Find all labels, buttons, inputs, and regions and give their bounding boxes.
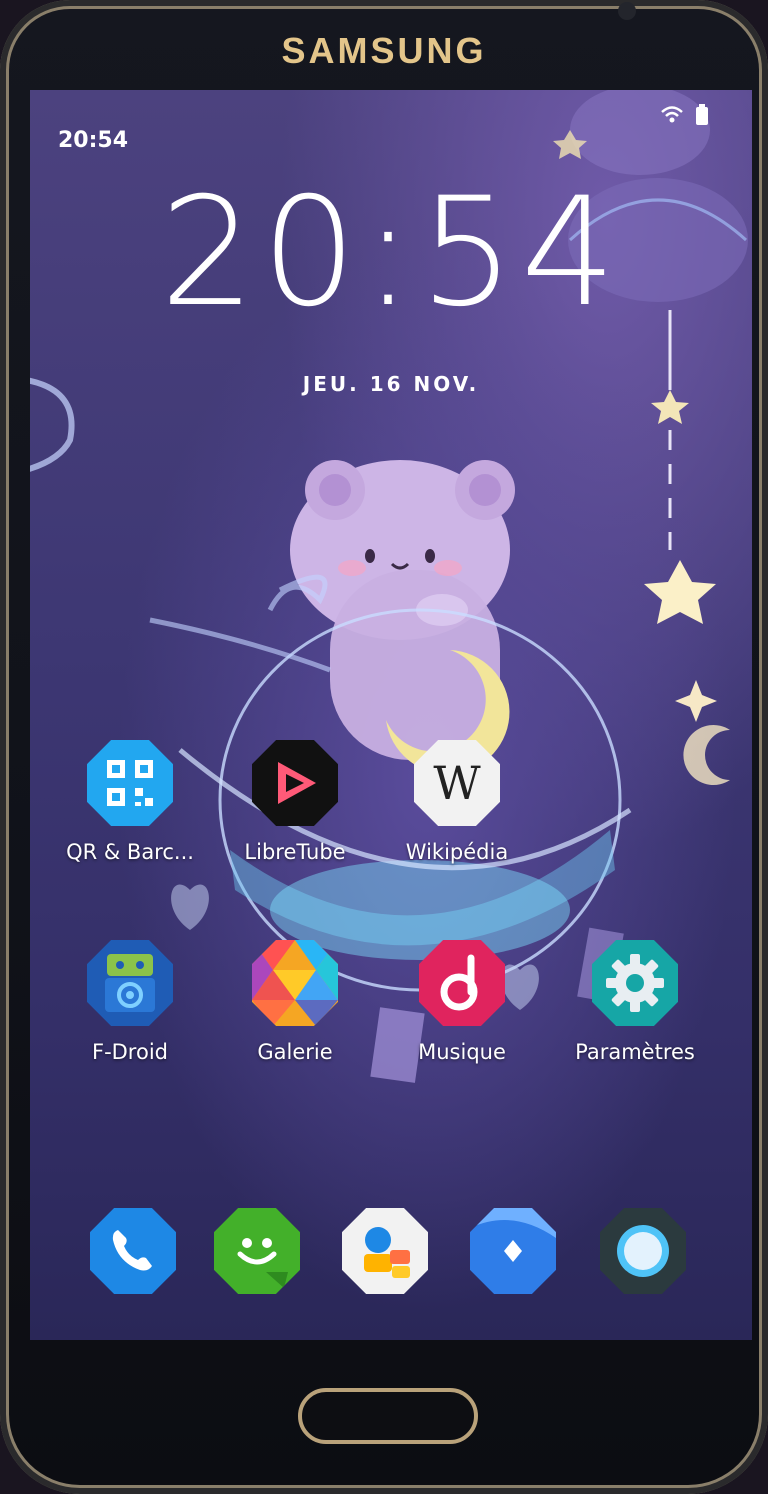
- gallery-mosaic-icon: [252, 940, 338, 1026]
- wikipedia-w-icon: W: [414, 740, 500, 826]
- app-libretube[interactable]: LibreTube: [220, 740, 370, 864]
- app-label: Paramètres: [575, 1040, 695, 1064]
- compass-icon[interactable]: [470, 1208, 556, 1294]
- home-button[interactable]: [298, 1388, 478, 1444]
- app-galerie[interactable]: Galerie: [220, 940, 370, 1064]
- wifi-icon: [661, 106, 683, 123]
- contacts-icon[interactable]: [342, 1208, 428, 1294]
- app-label: Wikipédia: [405, 840, 509, 864]
- app-label: F-Droid: [91, 1040, 168, 1064]
- phone-icon[interactable]: [90, 1208, 176, 1294]
- messages-icon[interactable]: [214, 1208, 300, 1294]
- app-label: Galerie: [257, 1040, 333, 1064]
- music-note-icon: [419, 940, 505, 1026]
- play-triangle-icon: [252, 740, 338, 826]
- qr-code-icon: [87, 740, 173, 826]
- app-f-droid[interactable]: F-Droid: [55, 940, 205, 1064]
- android-robot-icon: [87, 940, 173, 1026]
- front-sensor: [618, 2, 636, 20]
- camera-icon[interactable]: [600, 1208, 686, 1294]
- app-label: LibreTube: [244, 840, 346, 864]
- status-bar-icons: [661, 104, 708, 125]
- wikipedia-glyph: W: [433, 756, 481, 810]
- app-musique[interactable]: Musique: [387, 940, 537, 1064]
- lock-date[interactable]: JEU. 16 NOV.: [30, 372, 752, 396]
- app-wikipedia[interactable]: W Wikipédia: [382, 740, 532, 864]
- brand-logo: SAMSUNG: [281, 30, 487, 71]
- sparkle-icon: [675, 680, 717, 722]
- home-screen[interactable]: 20:54 20:54 JEU. 16 NOV. QR & Barc... Li…: [30, 90, 752, 1340]
- heart-icon: [171, 884, 209, 930]
- app-parametres[interactable]: Paramètres: [560, 940, 710, 1064]
- phone-body: SAMSUNG 20:54 20:54 JEU. 16 NOV. QR & Ba…: [0, 0, 768, 1494]
- lock-clock[interactable]: 20:54: [30, 178, 752, 328]
- app-qr-barcode[interactable]: QR & Barc...: [55, 740, 205, 864]
- status-bar-time: 20:54: [58, 128, 129, 153]
- battery-icon: [696, 104, 708, 125]
- app-label: QR & Barc...: [66, 840, 194, 864]
- star-icon: [644, 560, 716, 624]
- gear-icon: [592, 940, 678, 1026]
- app-label: Musique: [418, 1040, 506, 1064]
